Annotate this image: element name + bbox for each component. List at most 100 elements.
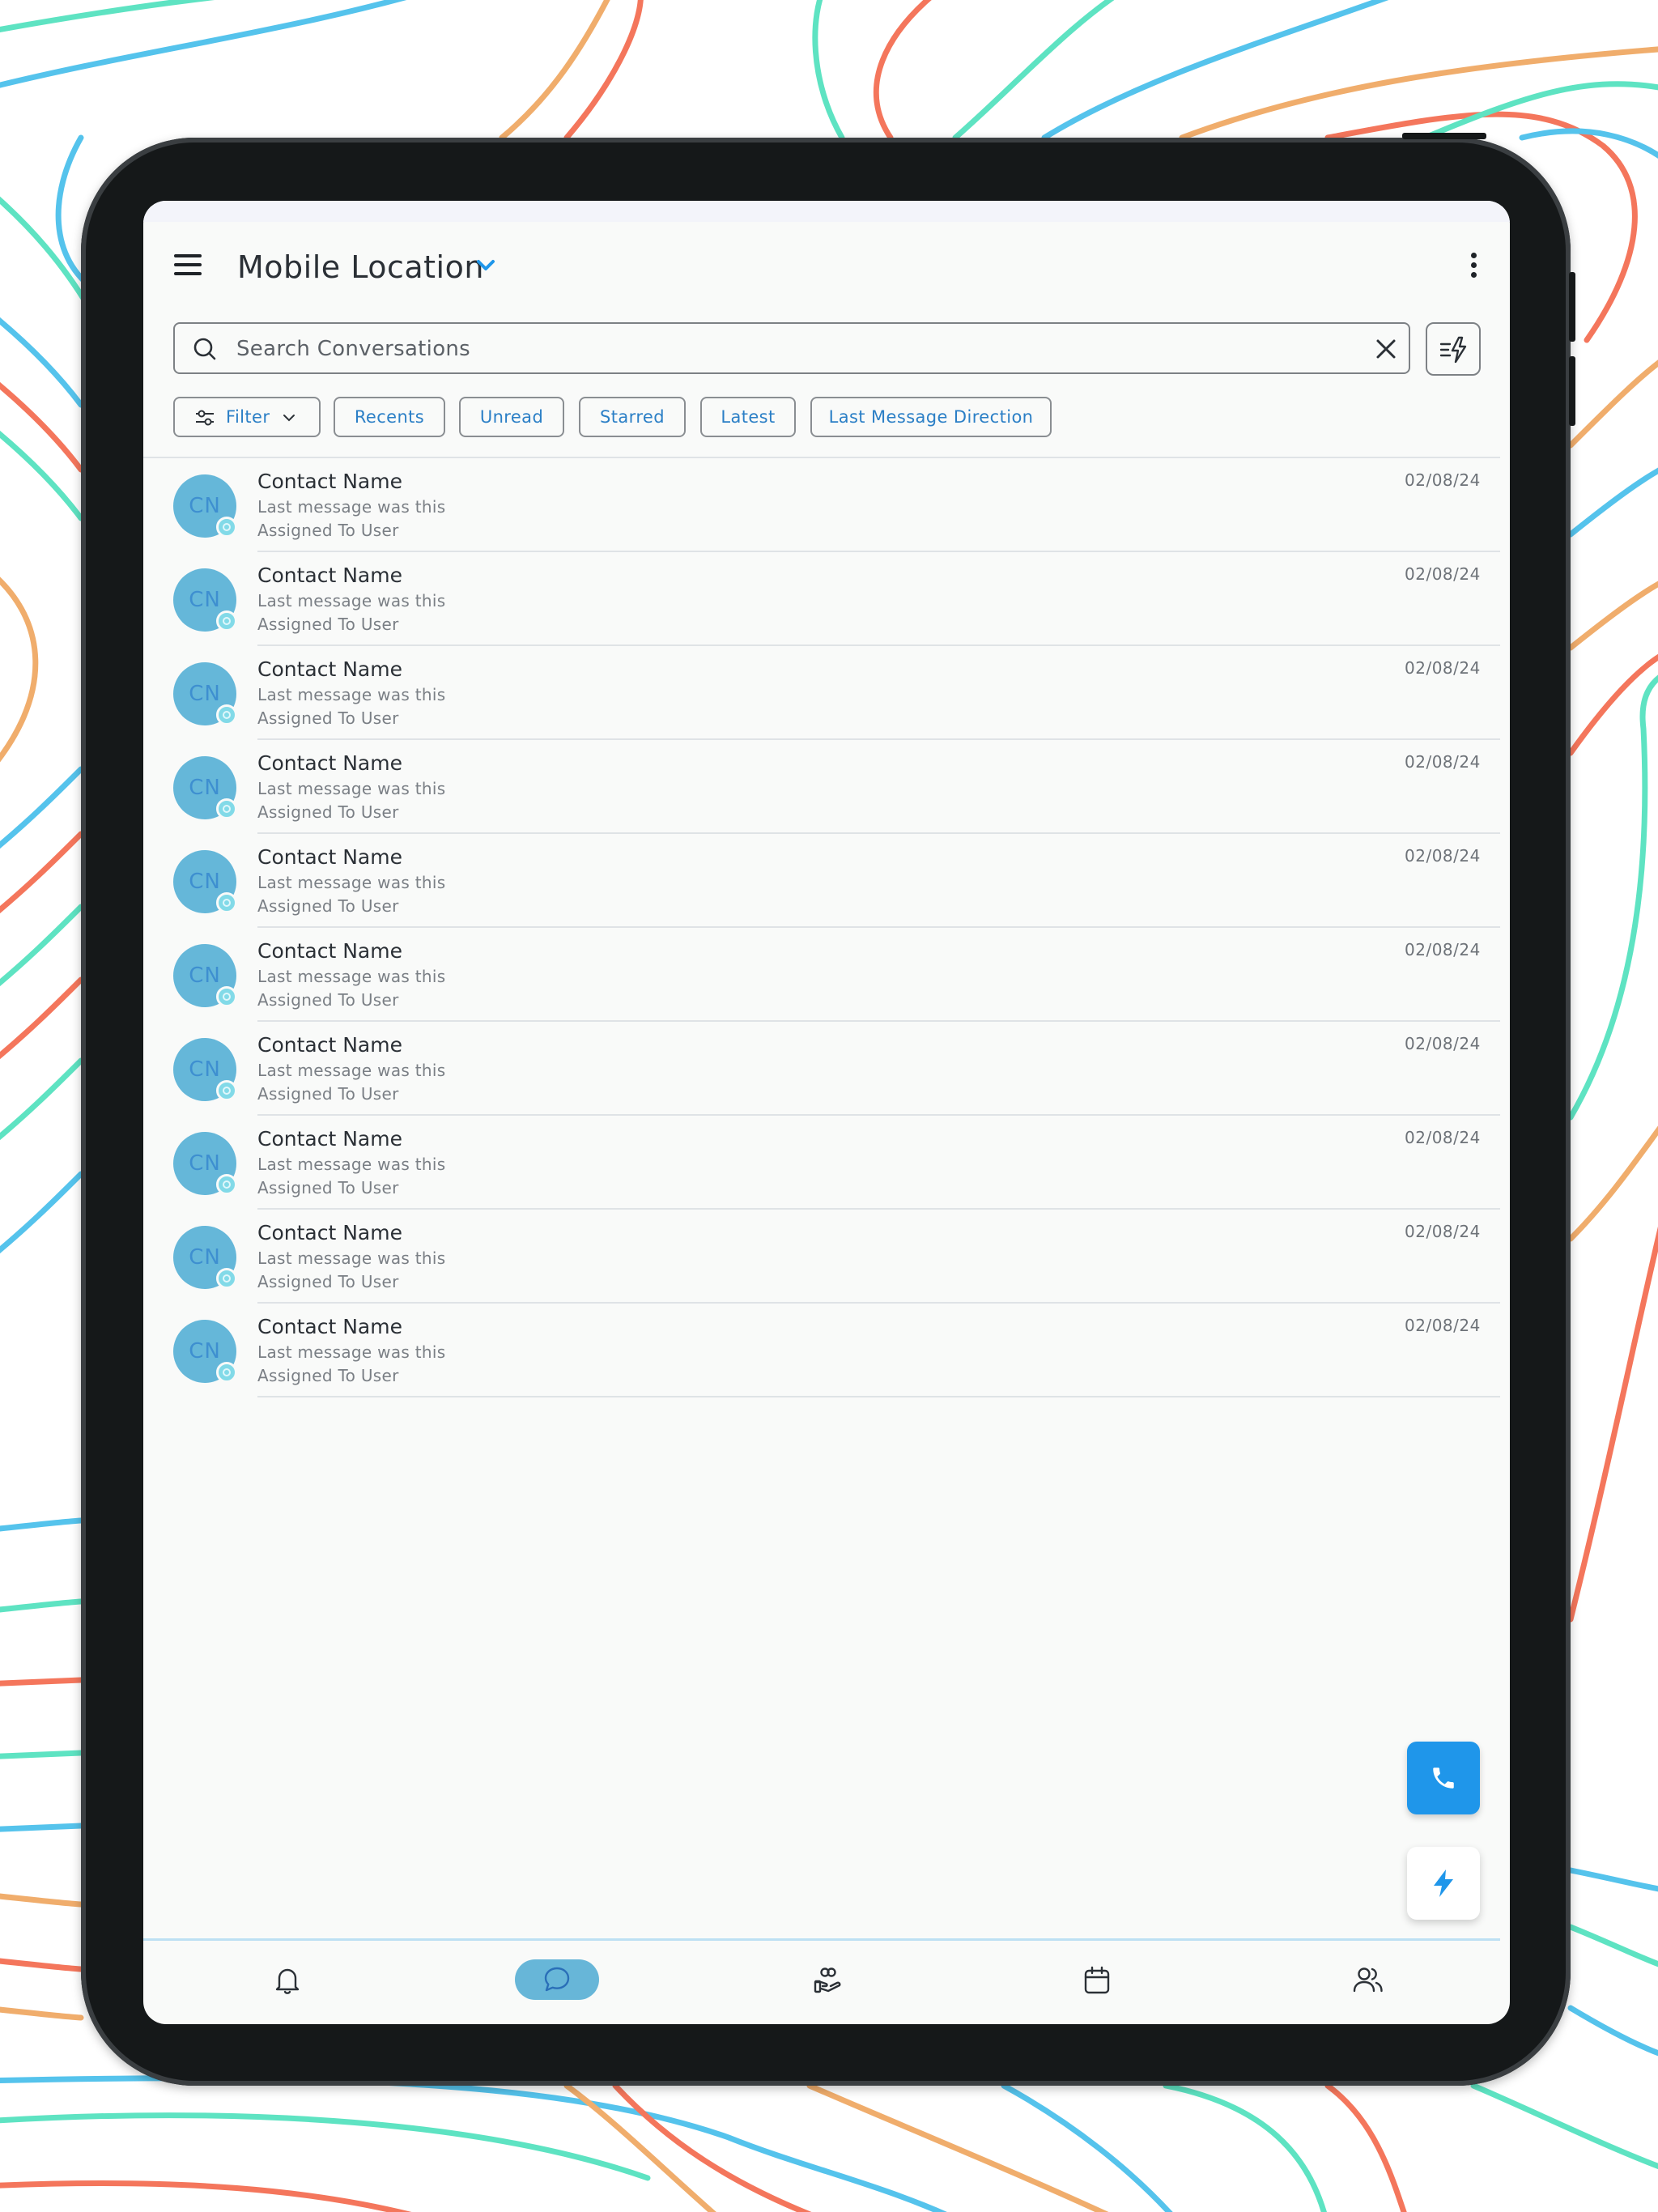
contacts-icon [1353, 1967, 1383, 1993]
conversation-row[interactable]: CN Contact Name Last message was this As… [143, 928, 1500, 1022]
channel-badge-icon [216, 1268, 237, 1289]
chip-recents[interactable]: Recents [334, 397, 445, 437]
bell-icon [275, 1968, 300, 1994]
conversation-row[interactable]: CN Contact Name Last message was this As… [143, 646, 1500, 740]
last-message: Last message was this [257, 1155, 446, 1174]
channel-badge-icon [216, 1362, 237, 1383]
last-message: Last message was this [257, 497, 446, 517]
conversation-date: 02/08/24 [1405, 658, 1481, 678]
search-bar[interactable]: Search Conversations [173, 322, 1410, 374]
contact-name: Contact Name [257, 1033, 402, 1057]
phone-icon [1433, 1767, 1454, 1789]
more-options-icon[interactable] [1469, 253, 1478, 280]
nav-notifications[interactable] [245, 1959, 329, 2000]
call-button[interactable] [1407, 1742, 1480, 1814]
conversation-row[interactable]: CN Contact Name Last message was this As… [143, 834, 1500, 928]
location-title[interactable]: Mobile Location [237, 249, 484, 285]
lightning-icon [1434, 1870, 1453, 1897]
conversation-row[interactable]: CN Contact Name Last message was this As… [143, 1304, 1500, 1397]
conversation-row[interactable]: CN Contact Name Last message was this As… [143, 1116, 1500, 1210]
last-message: Last message was this [257, 685, 446, 704]
channel-badge-icon [216, 986, 237, 1007]
conversation-date: 02/08/24 [1405, 1316, 1481, 1335]
last-message: Last message was this [257, 967, 446, 986]
assigned-user: Assigned To User [257, 615, 399, 634]
filter-chip[interactable]: Filter [173, 397, 321, 437]
nav-calendar[interactable] [1055, 1959, 1139, 2000]
contact-name: Contact Name [257, 845, 402, 869]
channel-badge-icon [216, 1080, 237, 1101]
assigned-user: Assigned To User [257, 708, 399, 728]
channel-badge-icon [216, 1174, 237, 1195]
clear-search-icon[interactable] [1375, 338, 1397, 360]
contact-name: Contact Name [257, 1127, 402, 1151]
assigned-user: Assigned To User [257, 802, 399, 822]
nav-contacts[interactable] [1324, 1959, 1409, 2000]
search-input[interactable]: Search Conversations [236, 337, 470, 361]
last-message: Last message was this [257, 1061, 446, 1080]
filter-sliders-icon [196, 410, 214, 426]
conversation-row[interactable]: CN Contact Name Last message was this As… [143, 1022, 1500, 1116]
conversation-date: 02/08/24 [1405, 752, 1481, 772]
channel-badge-icon [216, 704, 237, 725]
contact-name: Contact Name [257, 470, 402, 493]
assigned-user: Assigned To User [257, 1366, 399, 1385]
app-screen: Mobile Location Search Conversations Fil… [143, 201, 1510, 2024]
conversation-date: 02/08/24 [1405, 1128, 1481, 1147]
last-message: Last message was this [257, 591, 446, 610]
last-message: Last message was this [257, 873, 446, 892]
assigned-user: Assigned To User [257, 990, 399, 1010]
conversation-row[interactable]: CN Contact Name Last message was this As… [143, 740, 1500, 834]
quick-filter-button[interactable] [1426, 322, 1481, 376]
contact-name: Contact Name [257, 657, 402, 681]
channel-badge-icon [216, 798, 237, 819]
conversation-date: 02/08/24 [1405, 1222, 1481, 1241]
conversation-row[interactable]: CN Contact Name Last message was this As… [143, 552, 1500, 646]
nav-conversations[interactable] [515, 1959, 599, 2000]
assigned-user: Assigned To User [257, 521, 399, 540]
assigned-user: Assigned To User [257, 1272, 399, 1291]
conversation-row[interactable]: CN Contact Name Last message was this As… [143, 1210, 1500, 1304]
calendar-icon [1084, 1966, 1110, 1994]
status-bar [143, 201, 1510, 222]
chip-starred[interactable]: Starred [579, 397, 686, 437]
assigned-user: Assigned To User [257, 1084, 399, 1104]
last-message: Last message was this [257, 1342, 446, 1362]
quick-action-button[interactable] [1407, 1847, 1480, 1920]
contact-name: Contact Name [257, 1221, 402, 1244]
lightning-filter-icon [1439, 336, 1467, 364]
filter-chip-label: Filter [226, 407, 270, 427]
conversation-date: 02/08/24 [1405, 564, 1481, 584]
chevron-down-icon[interactable] [475, 257, 496, 274]
contact-name: Contact Name [257, 751, 402, 775]
assigned-user: Assigned To User [257, 1178, 399, 1197]
chip-last-message-direction[interactable]: Last Message Direction [810, 397, 1052, 437]
chat-bubble-icon [544, 1967, 570, 1992]
conversation-date: 02/08/24 [1405, 1034, 1481, 1053]
nav-opportunities[interactable] [785, 1959, 869, 2000]
conversation-date: 02/08/24 [1405, 470, 1481, 490]
tablet-volume-down-button [1569, 356, 1575, 426]
divider [257, 1396, 1500, 1397]
contact-name: Contact Name [257, 1315, 402, 1338]
search-icon [193, 338, 216, 360]
assigned-user: Assigned To User [257, 896, 399, 916]
chevron-down-icon [283, 415, 295, 422]
chip-unread[interactable]: Unread [459, 397, 564, 437]
last-message: Last message was this [257, 779, 446, 798]
tablet-top-button [1402, 133, 1486, 139]
conversation-row[interactable]: CN Contact Name Last message was this As… [143, 458, 1500, 552]
last-message: Last message was this [257, 1249, 446, 1268]
bottom-nav-divider [143, 1938, 1500, 1941]
channel-badge-icon [216, 517, 237, 538]
chip-latest[interactable]: Latest [700, 397, 796, 437]
channel-badge-icon [216, 610, 237, 632]
contact-name: Contact Name [257, 939, 402, 963]
conversation-date: 02/08/24 [1405, 846, 1481, 866]
tablet-volume-up-button [1569, 272, 1575, 342]
hand-heart-icon [814, 1967, 841, 1993]
contact-name: Contact Name [257, 564, 402, 587]
conversation-date: 02/08/24 [1405, 940, 1481, 959]
channel-badge-icon [216, 892, 237, 913]
menu-icon[interactable] [174, 254, 202, 275]
